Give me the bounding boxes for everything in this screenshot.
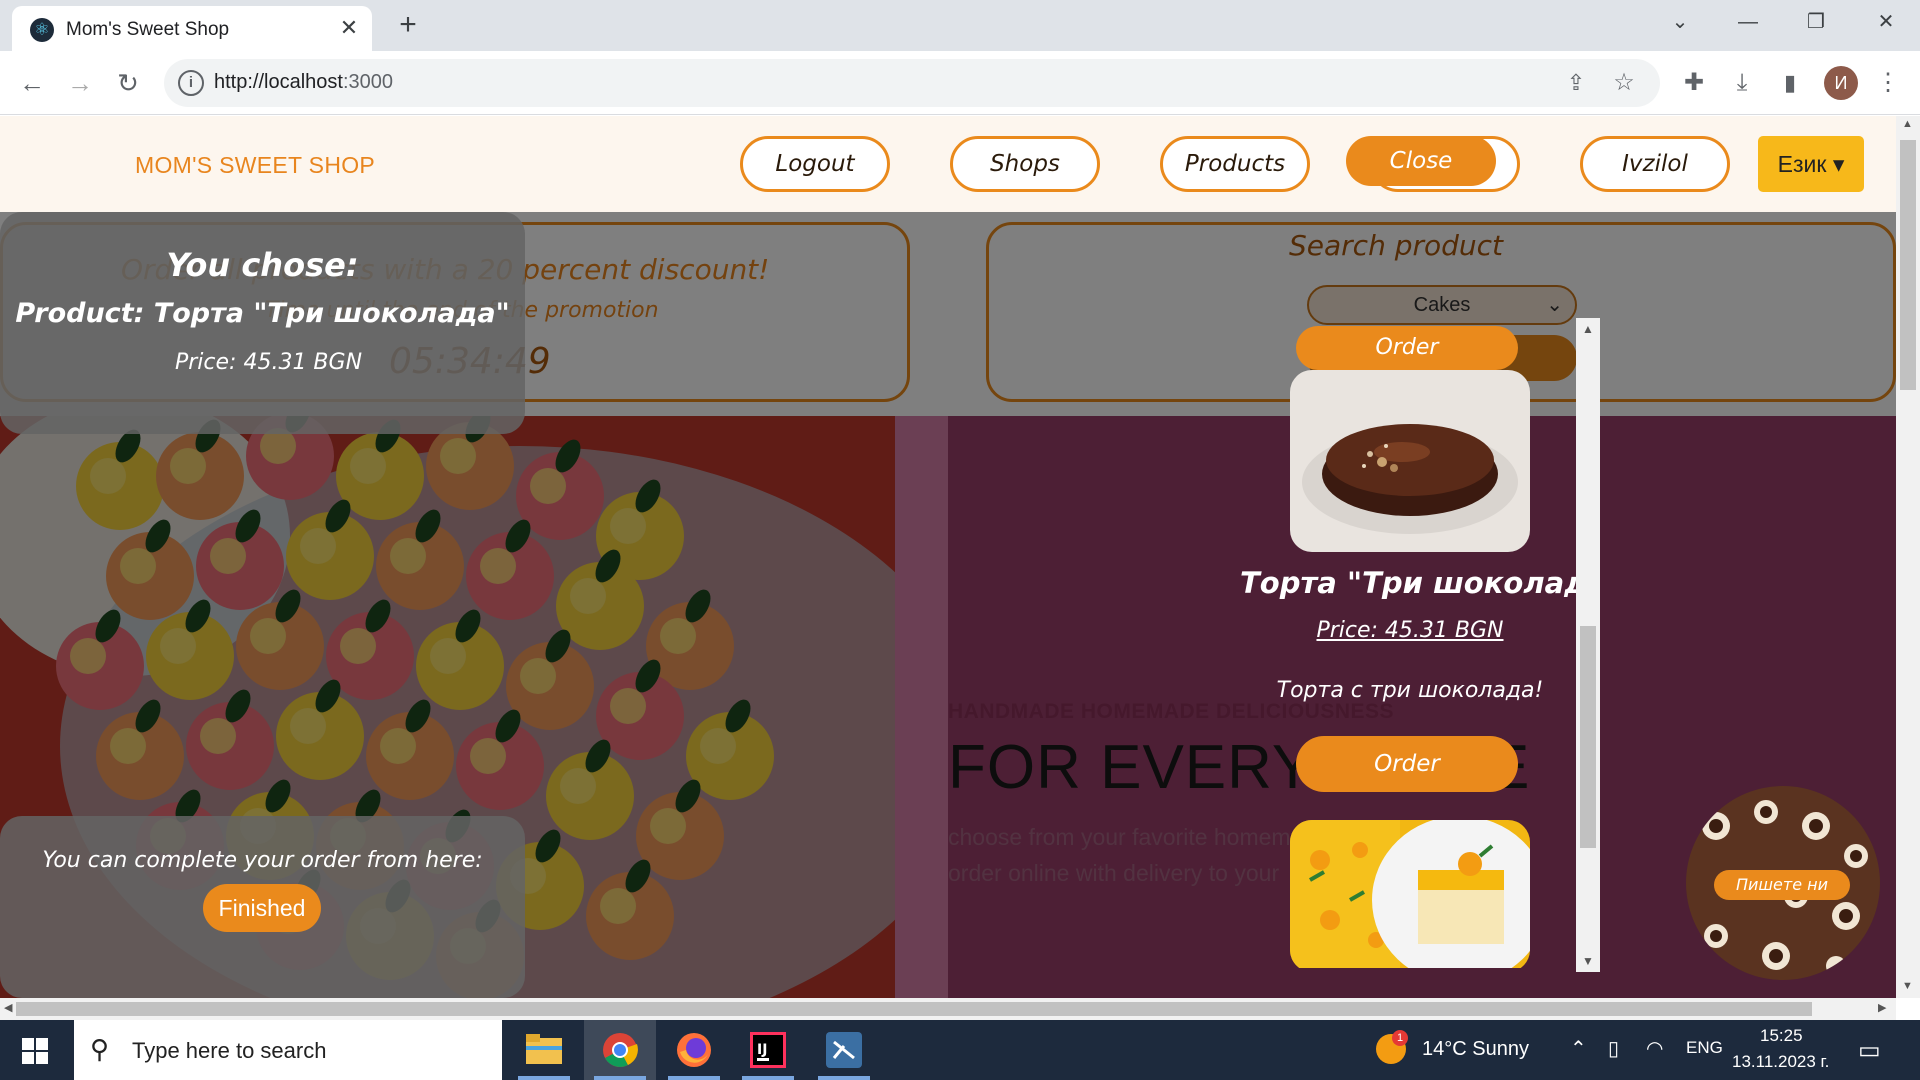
active-indicator [818,1076,870,1080]
url-port: :3000 [342,71,394,93]
minimize-icon[interactable]: — [1728,8,1768,36]
weather-notification-badge: 1 [1392,1030,1408,1046]
complete-order-text: You can complete your order from here: [42,848,483,873]
scroll-up-icon[interactable]: ▲ [1582,322,1594,336]
order-button[interactable]: Order [1296,736,1518,792]
windows-start-icon[interactable] [22,1038,48,1069]
nav-logout-button[interactable]: Logout [740,136,890,192]
windows-taskbar: ⚲ Type here to search IJ 1 14°C Sunny ⌃ … [0,1020,1920,1080]
page-horizontal-scroll-thumb[interactable] [16,1002,1812,1016]
taskbar-search-placeholder: Type here to search [132,1038,327,1063]
active-indicator [594,1076,646,1080]
page-horizontal-scrollbar[interactable]: ◀ ▶ [0,998,1896,1020]
firefox-icon [677,1033,711,1067]
chrome-icon [603,1033,638,1067]
clock-time[interactable]: 15:25 [1760,1026,1803,1046]
cake-three-chocolates-image [1290,370,1530,552]
folder-icon [526,1034,562,1064]
page-scroll-left-icon[interactable]: ◀ [4,1001,12,1014]
page-viewport: MOM'S SWEET SHOP Logout Shops Products O… [0,116,1900,998]
extensions-icon[interactable]: ✚ [1674,63,1714,103]
taskbar-chrome[interactable] [584,1020,656,1080]
finished-button[interactable]: Finished [203,884,321,932]
language-label: Език [1777,151,1827,177]
caret-down-icon: ▾ [1832,151,1845,177]
site-navbar: MOM'S SWEET SHOP Logout Shops Products O… [0,116,1900,212]
modal-product-description: Торта с три шоколада! [1276,678,1544,703]
modal-product-price[interactable]: Price: 45.31 BGN [1240,618,1580,643]
nav-shops-button[interactable]: Shops [950,136,1100,192]
page-scroll-down-icon[interactable]: ▼ [1902,980,1913,992]
intellij-icon: IJ [750,1032,786,1068]
tab-close-icon[interactable]: ✕ [336,15,362,41]
close-modal-button[interactable]: Close [1346,136,1496,186]
back-icon[interactable]: ← [12,63,52,103]
share-icon[interactable]: ⇪ [1556,63,1596,103]
selection-summary-panel: You chose: Product: Торта "Три шоколада"… [0,212,525,434]
weather-text[interactable]: 14°C Sunny [1422,1038,1529,1061]
selection-product: Product: Торта "Три шоколада" [15,298,510,329]
page-scroll-up-icon[interactable]: ▲ [1902,118,1913,130]
url-text[interactable]: http://localhost:3000 [214,71,393,94]
active-indicator [668,1076,720,1080]
selection-price: Price: 45.31 BGN [175,350,363,375]
taskbar-firefox[interactable] [658,1020,730,1080]
browser-tab-strip: ⚛ Mom's Sweet Shop ✕ + ⌄ — ❐ ✕ [0,0,1920,51]
tab-title: Mom's Sweet Shop [66,19,230,40]
bookmark-star-icon[interactable]: ☆ [1604,63,1644,103]
brand-logo-text[interactable]: MOM'S SWEET SHOP [135,152,375,179]
clock-date[interactable]: 13.11.2023 г. [1732,1052,1829,1072]
close-window-icon[interactable]: ✕ [1866,8,1906,36]
tray-chevron-icon[interactable]: ⌃ [1570,1036,1587,1061]
restore-icon[interactable]: ❐ [1796,8,1836,36]
tray-device-icon[interactable]: ▯ [1608,1036,1619,1061]
page-vertical-scroll-thumb[interactable] [1900,140,1916,390]
order-button-previous[interactable]: Order [1296,326,1518,370]
taskbar-intellij[interactable]: IJ [732,1020,804,1080]
nav-products-button[interactable]: Products [1160,136,1310,192]
page-scroll-right-icon[interactable]: ▶ [1878,1001,1886,1014]
complete-order-panel: You can complete your order from here: F… [0,816,525,998]
browser-toolbar: ← → ↻ i http://localhost:3000 ⇪ ☆ ✚ ⤓ ▮ … [0,51,1920,115]
page-vertical-scrollbar[interactable]: ▲ ▼ [1896,116,1920,998]
active-indicator [742,1076,794,1080]
dev-tool-icon [826,1032,862,1068]
active-indicator [518,1076,570,1080]
menu-kebab-icon[interactable]: ⋮ [1868,63,1908,103]
chat-label[interactable]: Пишете ни [1714,870,1850,900]
taskbar-vscode-like[interactable] [808,1020,880,1080]
new-tab-icon[interactable]: + [392,10,424,42]
profile-avatar[interactable]: И [1824,66,1858,100]
product-modal-list: Order Торта "Три шоколада" Price: 45.31 … [1240,316,1600,968]
forward-icon[interactable]: → [60,63,100,103]
modal-scrollbar[interactable]: ▲ ▼ [1576,318,1600,972]
download-icon[interactable]: ⤓ [1722,63,1762,103]
address-bar[interactable]: i http://localhost:3000 ⇪ ☆ [164,59,1660,107]
selection-title: You chose: [166,246,359,284]
taskbar-file-explorer[interactable] [508,1020,580,1080]
scroll-down-icon[interactable]: ▼ [1582,954,1594,968]
tab-search-chevron-icon[interactable]: ⌄ [1660,8,1700,36]
notification-center-icon[interactable]: ▭ [1858,1036,1881,1065]
url-host: http://localhost [214,71,343,93]
wifi-icon[interactable]: ◠ [1646,1036,1663,1061]
nav-user-button[interactable]: Ivzilol [1580,136,1730,192]
side-panel-icon[interactable]: ▮ [1770,63,1810,103]
browser-tab[interactable]: ⚛ Mom's Sweet Shop ✕ [12,6,372,51]
input-language[interactable]: ENG [1686,1038,1723,1058]
taskbar-search-icon: ⚲ [90,1034,110,1064]
taskbar-search-box[interactable]: ⚲ Type here to search [74,1020,502,1080]
modal-scroll-thumb[interactable] [1580,626,1596,848]
site-info-icon[interactable]: i [178,70,204,96]
reload-icon[interactable]: ↻ [108,63,148,103]
language-dropdown[interactable]: Език ▾ [1758,136,1864,192]
svg-text:IJ: IJ [757,1042,767,1058]
orange-cake-image [1290,820,1530,968]
react-favicon-icon: ⚛ [30,18,54,42]
modal-product-name: Торта "Три шоколада" [1240,566,1600,600]
